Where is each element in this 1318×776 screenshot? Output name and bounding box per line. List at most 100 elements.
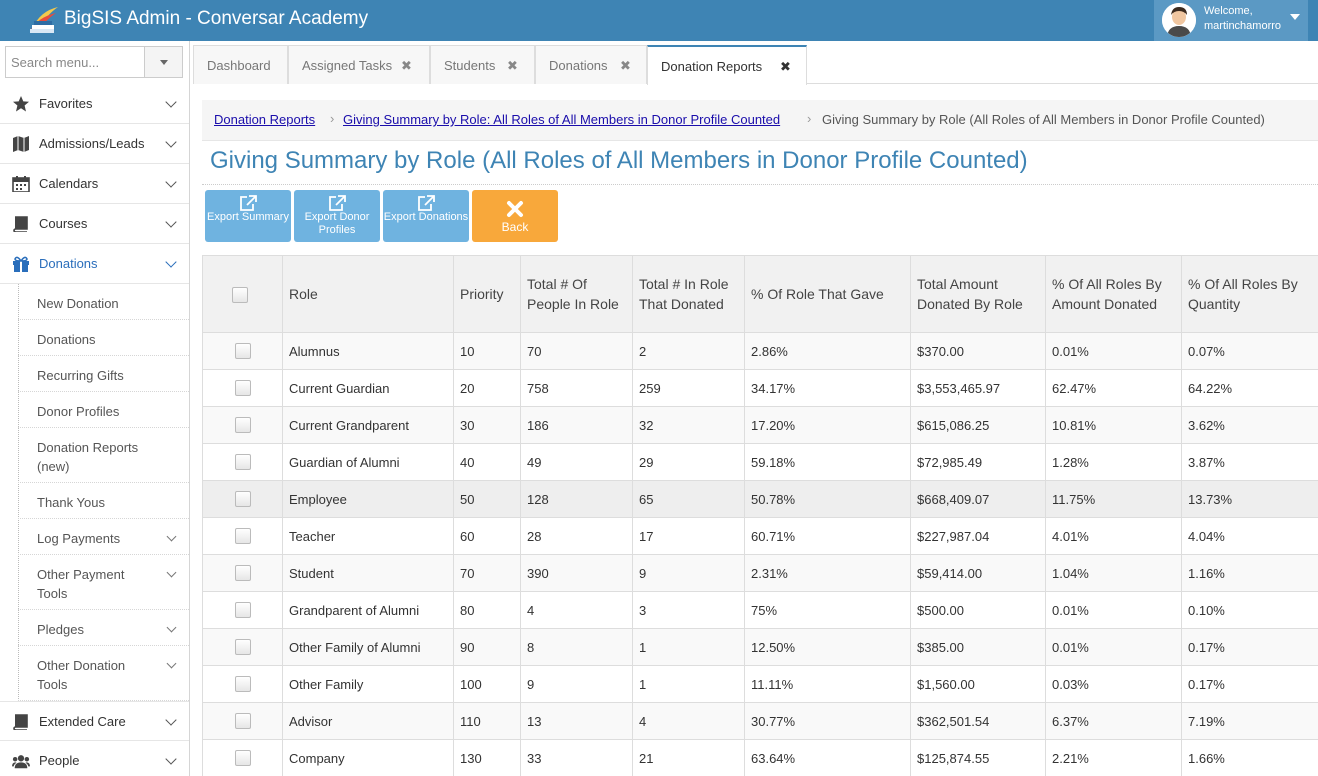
sidebar-item-extended-care[interactable]: Extended Care: [0, 701, 189, 741]
row-checkbox[interactable]: [234, 639, 251, 656]
logo-icon: [30, 7, 58, 33]
sidebar-item-label: Favorites: [39, 96, 93, 111]
app-title: BigSIS Admin - Conversar Academy: [64, 8, 369, 29]
table-row[interactable]: Teacher 60 28 17 60.71% $227,987.04 4.01% 4.04%: [202, 517, 1318, 555]
sidebar-item-donations[interactable]: Donations: [0, 244, 189, 284]
row-checkbox[interactable]: [234, 454, 251, 471]
table-row[interactable]: Alumnus 10 70 2 2.86% $370.00 0.01% 0.07%: [202, 332, 1318, 370]
row-checkbox[interactable]: [234, 713, 251, 730]
cell-pct-amount: 6.37%: [1045, 702, 1182, 740]
row-checkbox[interactable]: [234, 676, 251, 693]
tab-students[interactable]: Students ✖: [430, 45, 535, 84]
row-checkbox[interactable]: [234, 343, 251, 360]
column-header-total-people[interactable]: Total # Of People In Role: [520, 255, 633, 333]
sidebar-item-admissions[interactable]: Admissions/Leads: [0, 124, 189, 164]
export-donations-button[interactable]: Export Donations: [383, 190, 469, 242]
cell-role: Grandparent of Alumni: [282, 591, 454, 629]
select-all-checkbox[interactable]: [231, 287, 248, 304]
table-row[interactable]: Guardian of Alumni 40 49 29 59.18% $72,985.49…: [202, 443, 1318, 481]
cell-pct-quantity: 0.17%: [1181, 665, 1318, 703]
cell-role: Employee: [282, 480, 454, 518]
divider: [202, 184, 1318, 185]
sidebar-subitem-thank-yous[interactable]: Thank Yous: [18, 483, 189, 519]
cell-role: Guardian of Alumni: [282, 443, 454, 481]
export-summary-button[interactable]: Export Summary: [205, 190, 291, 242]
row-checkbox[interactable]: [234, 565, 251, 582]
caret-down-icon: [160, 60, 168, 65]
column-header-total-donated[interactable]: Total # In Role That Donated: [632, 255, 745, 333]
row-checkbox[interactable]: [234, 602, 251, 619]
sidebar-subitem-recurring-gifts[interactable]: Recurring Gifts: [18, 356, 189, 392]
breadcrumb-link-giving-summary[interactable]: Giving Summary by Role: All Roles of All…: [343, 112, 780, 127]
close-icon[interactable]: ✖: [507, 58, 518, 74]
sidebar-subitem-label: Donation Reports (new): [37, 440, 139, 474]
cell-total-amount: $362,501.54: [910, 702, 1046, 740]
sidebar-subitem-label: Donations: [37, 332, 96, 347]
user-menu[interactable]: Welcome, martinchamorro: [1154, 0, 1308, 41]
table-body: Alumnus 10 70 2 2.86% $370.00 0.01% 0.07% Curren…: [202, 332, 1318, 776]
breadcrumb-link-donation-reports[interactable]: Donation Reports: [214, 112, 315, 127]
column-header-pct-amount[interactable]: % Of All Roles By Amount Donated: [1045, 255, 1182, 333]
sidebar-item-calendars[interactable]: Calendars: [0, 164, 189, 204]
sidebar-subitem-donation-reports[interactable]: Donation Reports (new): [18, 428, 189, 483]
table-row[interactable]: Employee 50 128 65 50.78% $668,409.07 11.75% 13…: [202, 480, 1318, 518]
close-icon[interactable]: ✖: [620, 58, 631, 74]
sidebar-subitem-donations[interactable]: Donations: [18, 320, 189, 356]
column-header-role[interactable]: Role: [282, 255, 454, 333]
sidebar-subitem-other-payment-tools[interactable]: Other Payment Tools: [18, 555, 189, 610]
back-button[interactable]: Back: [472, 190, 558, 242]
table-row[interactable]: Grandparent of Alumni 80 4 3 75% $500.00 0.01%…: [202, 591, 1318, 629]
cell-role: Advisor: [282, 702, 454, 740]
close-icon[interactable]: ✖: [780, 59, 791, 75]
chevron-down-icon: [165, 714, 177, 726]
table-row[interactable]: Other Family 100 9 1 11.11% $1,560.00 0.03% 0.1…: [202, 665, 1318, 703]
sidebar-item-favorites[interactable]: Favorites: [0, 84, 189, 124]
close-icon[interactable]: ✖: [401, 58, 412, 74]
sidebar-subitem-donor-profiles[interactable]: Donor Profiles: [18, 392, 189, 428]
cell-priority: 10: [453, 332, 521, 370]
column-header-pct-quantity[interactable]: % Of All Roles By Quantity: [1181, 255, 1318, 333]
column-header-priority[interactable]: Priority: [453, 255, 521, 333]
chevron-down-icon: [165, 176, 177, 188]
page-title: Giving Summary by Role (All Roles of All…: [210, 147, 1028, 174]
row-select-cell: [202, 406, 283, 444]
row-checkbox[interactable]: [234, 417, 251, 434]
table-row[interactable]: Current Guardian 20 758 259 34.17% $3,553,465…: [202, 369, 1318, 407]
search-dropdown-button[interactable]: [144, 47, 182, 77]
row-checkbox[interactable]: [234, 491, 251, 508]
table-row[interactable]: Current Grandparent 30 186 32 17.20% $615,086…: [202, 406, 1318, 444]
cell-pct-quantity: 3.87%: [1181, 443, 1318, 481]
column-header-pct-gave[interactable]: % Of Role That Gave: [744, 255, 911, 333]
row-checkbox[interactable]: [234, 750, 251, 767]
cell-pct-quantity: 0.10%: [1181, 591, 1318, 629]
cell-pct-gave: 17.20%: [744, 406, 911, 444]
avatar: [1162, 3, 1196, 37]
table-row[interactable]: Advisor 110 13 4 30.77% $362,501.54 6.37% 7.19%: [202, 702, 1318, 740]
row-select-cell: [202, 369, 283, 407]
row-checkbox[interactable]: [234, 380, 251, 397]
sidebar-subitem-other-donation-tools[interactable]: Other Donation Tools: [18, 646, 189, 701]
sidebar-subitem-new-donation[interactable]: New Donation: [18, 284, 189, 320]
tab-donation-reports[interactable]: Donation Reports ✖: [647, 45, 807, 85]
sidebar-subitem-log-payments[interactable]: Log Payments: [18, 519, 189, 555]
row-checkbox[interactable]: [234, 528, 251, 545]
row-select-cell: [202, 554, 283, 592]
tab-assigned-tasks[interactable]: Assigned Tasks ✖: [288, 45, 430, 84]
export-donor-profiles-button[interactable]: Export Donor Profiles: [294, 190, 380, 242]
external-link-icon: [240, 195, 257, 211]
column-header-total-amount[interactable]: Total Amount Donated By Role: [910, 255, 1046, 333]
cell-role: Current Guardian: [282, 369, 454, 407]
button-label: Back: [501, 220, 529, 234]
tab-donations[interactable]: Donations ✖: [535, 45, 647, 84]
cell-pct-quantity: 1.16%: [1181, 554, 1318, 592]
sidebar-subitem-pledges[interactable]: Pledges: [18, 610, 189, 646]
row-select-cell: [202, 702, 283, 740]
search-input[interactable]: [6, 47, 144, 77]
chevron-down-icon: [165, 753, 177, 765]
tab-dashboard[interactable]: Dashboard: [193, 45, 288, 84]
table-row[interactable]: Student 70 390 9 2.31% $59,414.00 1.04% 1.16%: [202, 554, 1318, 592]
table-row[interactable]: Company 130 33 21 63.64% $125,874.55 2.21% 1.66…: [202, 739, 1318, 776]
sidebar-item-people[interactable]: People: [0, 741, 189, 776]
sidebar-item-courses[interactable]: Courses: [0, 204, 189, 244]
table-row[interactable]: Other Family of Alumni 90 8 1 12.50% $385.00 0…: [202, 628, 1318, 666]
